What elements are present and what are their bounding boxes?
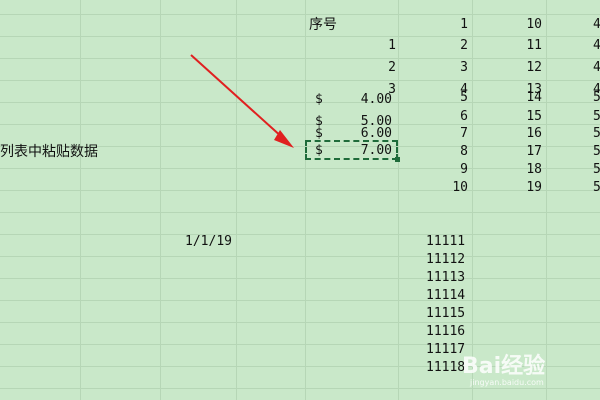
watermark-sub: jingyan.baidu.com (470, 378, 544, 387)
watermark: Bai经验 jingyan.baidu.com (462, 342, 582, 392)
annotation-arrow-icon (190, 54, 294, 148)
watermark-brand: Bai经验 (462, 354, 546, 379)
